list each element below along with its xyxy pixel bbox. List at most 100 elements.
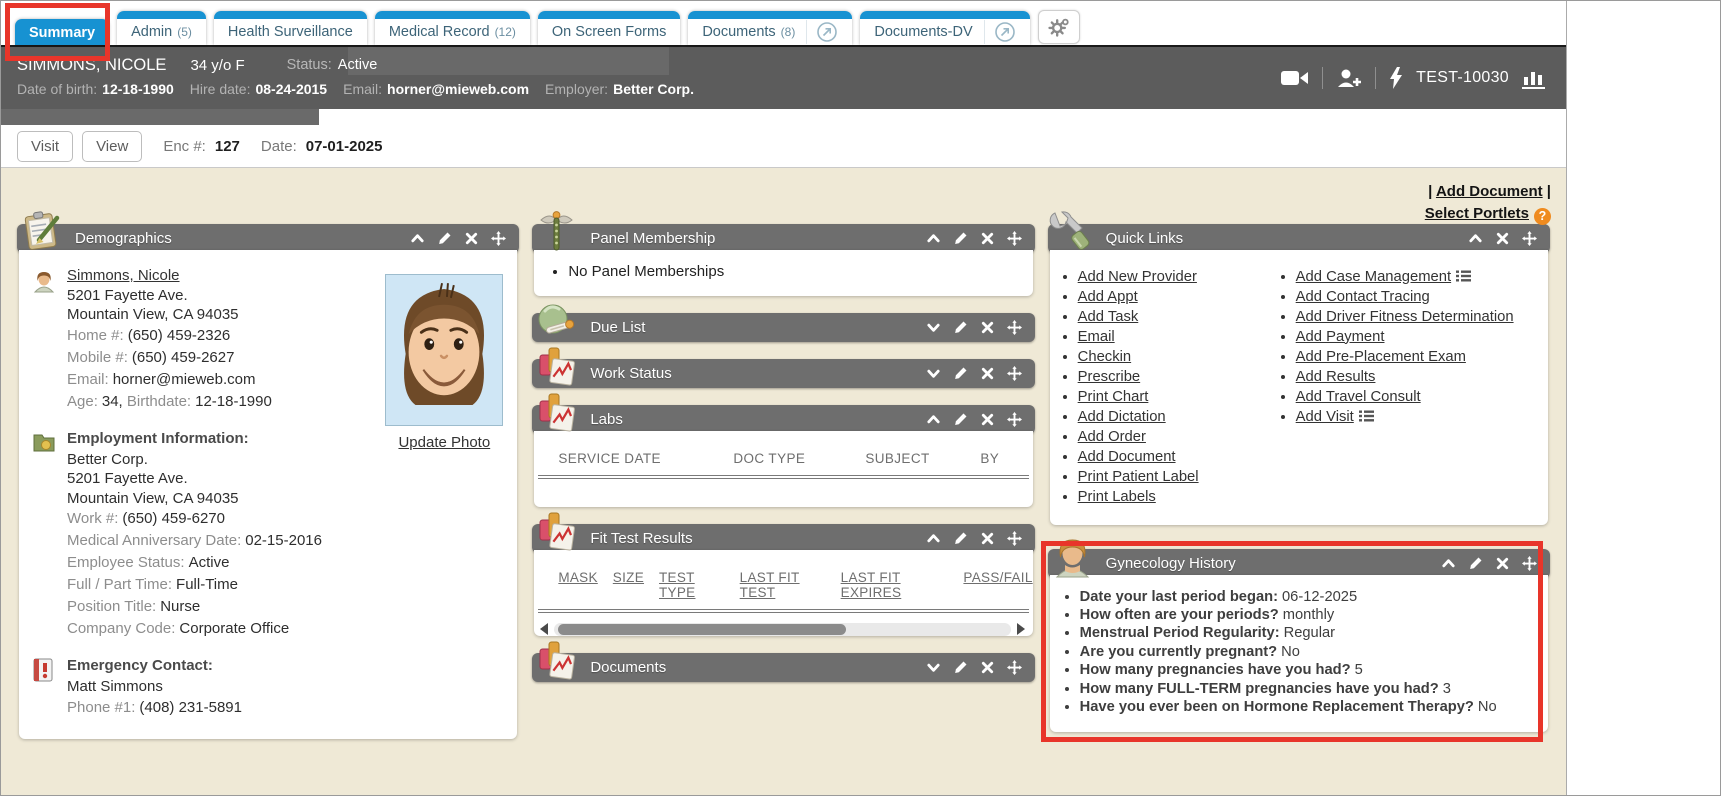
quick-link-add-appt[interactable]: Add Appt (1078, 289, 1138, 305)
edit-icon[interactable] (953, 412, 968, 427)
work-status-header[interactable]: Work Status (532, 359, 1034, 388)
quick-link-add-visit[interactable]: Add Visit (1296, 409, 1354, 425)
select-portlets-link[interactable]: Select Portlets (1425, 205, 1529, 222)
hire-label: Hire date: (190, 81, 251, 97)
quick-link-print-patient-label[interactable]: Print Patient Label (1078, 469, 1199, 485)
close-icon[interactable] (980, 231, 995, 246)
tab-on-screen-forms[interactable]: On Screen Forms (538, 11, 680, 45)
popout-icon[interactable] (994, 21, 1016, 43)
collapse-icon[interactable] (1468, 231, 1483, 246)
demographics-header[interactable]: Demographics (17, 224, 519, 253)
quick-link-print-labels[interactable]: Print Labels (1078, 489, 1156, 505)
close-icon[interactable] (980, 412, 995, 427)
close-icon[interactable] (1495, 231, 1510, 246)
move-icon[interactable] (491, 231, 506, 246)
collapse-icon[interactable] (410, 231, 425, 246)
close-icon[interactable] (980, 320, 995, 335)
enc-date-label: Date: (261, 138, 297, 155)
quick-link-add-document[interactable]: Add Document (1078, 449, 1176, 465)
quick-link-add-task[interactable]: Add Task (1078, 309, 1139, 325)
collapse-icon[interactable] (1441, 556, 1456, 571)
tab-health-surveillance[interactable]: Health Surveillance (214, 11, 367, 45)
update-photo-link[interactable]: Update Photo (398, 434, 490, 451)
close-icon[interactable] (980, 660, 995, 675)
fit-col-pass-fail[interactable]: PASS/FAIL (963, 570, 1032, 600)
close-icon[interactable] (1495, 556, 1510, 571)
quick-link-add-contact-tracing[interactable]: Add Contact Tracing (1296, 289, 1430, 305)
quick-link-add-driver-fitness[interactable]: Add Driver Fitness Determination (1296, 309, 1514, 325)
gynecology-title: Gynecology History (1106, 555, 1441, 572)
close-icon[interactable] (980, 366, 995, 381)
edit-icon[interactable] (437, 231, 452, 246)
fit-col-last-fit-expires[interactable]: LAST FIT EXPIRES (841, 570, 949, 600)
visit-button[interactable]: Visit (17, 131, 73, 162)
move-icon[interactable] (1007, 660, 1022, 675)
quick-link-email[interactable]: Email (1078, 329, 1115, 345)
scrollbar-thumb[interactable] (558, 624, 845, 635)
collapse-icon[interactable] (926, 412, 941, 427)
quick-link-print-chart[interactable]: Print Chart (1078, 389, 1149, 405)
edit-icon[interactable] (1468, 556, 1483, 571)
close-icon[interactable] (980, 531, 995, 546)
gynecology-header[interactable]: Gynecology History (1048, 549, 1550, 578)
tab-documents[interactable]: Documents(8) (688, 11, 852, 45)
edit-icon[interactable] (953, 660, 968, 675)
quick-links-header[interactable]: Quick Links (1048, 224, 1550, 253)
edit-icon[interactable] (953, 320, 968, 335)
expand-icon[interactable] (926, 660, 941, 675)
quick-link-add-results[interactable]: Add Results (1296, 369, 1376, 385)
move-icon[interactable] (1007, 531, 1022, 546)
move-icon[interactable] (1522, 231, 1537, 246)
move-icon[interactable] (1522, 556, 1537, 571)
tab-medical-record[interactable]: Medical Record(12) (375, 11, 530, 45)
expand-icon[interactable] (926, 366, 941, 381)
view-button[interactable]: View (82, 131, 142, 162)
fit-test-header[interactable]: Fit Test Results (532, 524, 1034, 553)
lightning-icon[interactable] (1389, 67, 1403, 89)
quick-link-add-pre-placement-exam[interactable]: Add Pre-Placement Exam (1296, 349, 1466, 365)
expand-icon[interactable] (926, 320, 941, 335)
quick-link-add-case-management[interactable]: Add Case Management (1296, 269, 1451, 285)
tab-documents-dv[interactable]: Documents-DV (860, 11, 1029, 45)
documents-header[interactable]: Documents (532, 653, 1034, 682)
move-icon[interactable] (1007, 320, 1022, 335)
scroll-right-arrow[interactable] (1017, 623, 1025, 635)
scroll-left-arrow[interactable] (540, 623, 548, 635)
add-person-icon[interactable] (1336, 68, 1362, 88)
quick-link-add-payment[interactable]: Add Payment (1296, 329, 1385, 345)
quick-link-prescribe[interactable]: Prescribe (1078, 369, 1141, 385)
labs-header[interactable]: Labs (532, 405, 1034, 434)
patient-name-link[interactable]: Simmons, Nicole (67, 267, 180, 284)
quick-link-add-new-provider[interactable]: Add New Provider (1078, 269, 1197, 285)
edit-icon[interactable] (953, 366, 968, 381)
collapse-icon[interactable] (926, 531, 941, 546)
video-camera-icon[interactable] (1281, 69, 1309, 87)
caduceus-icon (533, 208, 580, 255)
scrollbar-track[interactable] (554, 623, 1010, 636)
add-document-link[interactable]: Add Document (1436, 183, 1543, 200)
tab-settings-button[interactable] (1038, 10, 1080, 44)
wrench-icon (1049, 208, 1096, 255)
tab-summary[interactable]: Summary (15, 19, 109, 45)
chart-stats-icon[interactable] (1522, 67, 1546, 89)
fit-col-last-fit-test[interactable]: LAST FIT TEST (740, 570, 826, 600)
collapse-icon[interactable] (926, 231, 941, 246)
quick-link-add-order[interactable]: Add Order (1078, 429, 1146, 445)
quick-link-add-travel-consult[interactable]: Add Travel Consult (1296, 389, 1421, 405)
panel-membership-header[interactable]: Panel Membership (532, 224, 1034, 253)
edit-icon[interactable] (953, 531, 968, 546)
fit-col-size[interactable]: SIZE (613, 570, 644, 600)
edit-icon[interactable] (953, 231, 968, 246)
move-icon[interactable] (1007, 412, 1022, 427)
quick-link-checkin[interactable]: Checkin (1078, 349, 1131, 365)
close-icon[interactable] (464, 231, 479, 246)
due-list-header[interactable]: Due List (532, 313, 1034, 342)
fit-col-test-type[interactable]: TEST TYPE (659, 570, 725, 600)
tab-admin[interactable]: Admin(5) (117, 11, 206, 45)
popout-icon[interactable] (816, 21, 838, 43)
help-icon[interactable]: ? (1534, 208, 1551, 225)
move-icon[interactable] (1007, 366, 1022, 381)
quick-link-add-dictation[interactable]: Add Dictation (1078, 409, 1166, 425)
move-icon[interactable] (1007, 231, 1022, 246)
fit-col-mask[interactable]: MASK (558, 570, 597, 600)
